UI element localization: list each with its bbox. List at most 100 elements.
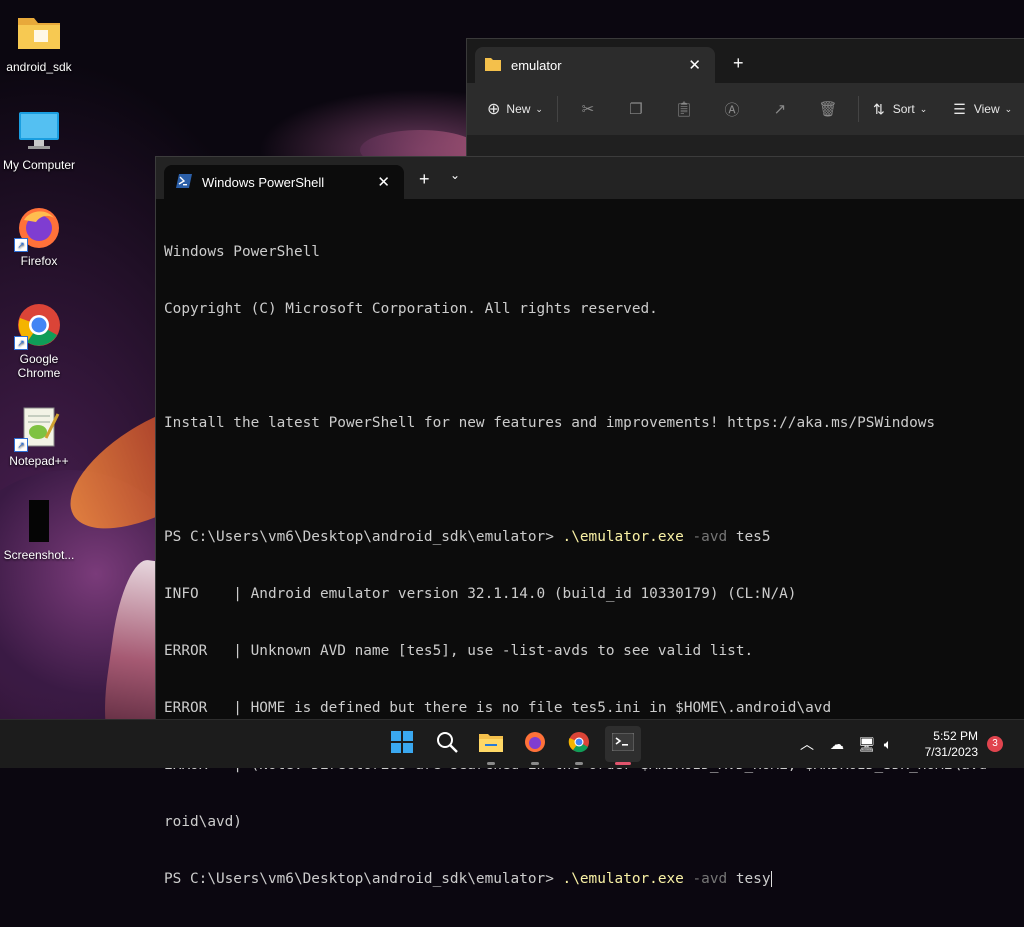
shortcut-arrow-icon: ↗ (14, 336, 28, 350)
desktop-icon-label: Firefox (20, 254, 58, 268)
text-cursor (770, 871, 772, 887)
start-button[interactable] (384, 726, 420, 762)
paste-icon[interactable]: 📋︎ (660, 100, 708, 118)
command-value: tesy (727, 871, 771, 887)
firefox-icon (524, 731, 546, 758)
console-command-line: PS C:\Users\vm6\Desktop\android_sdk\emul… (164, 528, 1021, 547)
folder-icon (16, 10, 62, 56)
explorer-tab-title: emulator (511, 57, 562, 73)
desktop-icon-label: Screenshot... (3, 548, 75, 562)
desktop-icon-label: android_sdk (6, 60, 72, 74)
file-explorer-icon (479, 732, 503, 757)
console-input-line[interactable]: PS C:\Users\vm6\Desktop\android_sdk\emul… (164, 870, 1021, 889)
new-tab-button[interactable]: + (733, 53, 744, 74)
chrome-icon (568, 731, 590, 758)
delete-icon[interactable]: 🗑︎ (804, 100, 852, 118)
new-button[interactable]: ⊕ New ⌄ (487, 99, 543, 119)
explorer-tab-bar: emulator ✕ + (467, 39, 1024, 83)
console-output[interactable]: Windows PowerShell Copyright (C) Microso… (164, 205, 1021, 927)
command-value: tes5 (727, 529, 771, 545)
console-line: Windows PowerShell (164, 244, 320, 260)
desktop-icon-label: Notepad++ (9, 454, 69, 468)
cloud-offline-icon[interactable]: ☁ (830, 736, 844, 753)
view-button-label: View (973, 102, 1000, 116)
shortcut-arrow-icon: ↗ (14, 438, 28, 452)
volume-icon[interactable]: 🔈︎ (884, 736, 892, 753)
terminal-tab[interactable]: Windows PowerShell ✕ (164, 165, 404, 199)
search-icon (436, 731, 458, 758)
taskbar-clock[interactable]: 5:52 PM 7/31/2023 (925, 728, 978, 760)
clock-time: 5:52 PM (933, 729, 978, 743)
clock-date: 7/31/2023 (924, 745, 978, 759)
start-icon (391, 730, 413, 758)
terminal-tab-bar: Windows PowerShell ✕ + ⌄ (156, 157, 1024, 199)
command-flag: -avd (692, 871, 728, 887)
console-line: ERROR | HOME is defined but there is no … (164, 700, 832, 716)
system-tray: ︿ ☁ 🖥︎ 🔈︎ (800, 720, 892, 768)
chevron-up-icon[interactable]: ︿ (800, 734, 814, 754)
terminal-tab-title: Windows PowerShell (202, 174, 325, 190)
rename-icon[interactable]: Ⓐ (708, 99, 756, 120)
explorer-toolbar: ⊕ New ⌄ ✂ ❐ 📋︎ Ⓐ ↗ 🗑︎ ⇅ Sort ⌄ ☰ View ⌄ (467, 83, 1024, 135)
desktop-icon-label: Google Chrome (17, 352, 61, 380)
copy-icon[interactable]: ❐ (612, 100, 660, 118)
prompt: PS C:\Users\vm6\Desktop\android_sdk\emul… (164, 529, 563, 545)
desktop-icon-my-computer[interactable]: My Computer (0, 108, 78, 172)
plus-circle-icon: ⊕ (487, 101, 501, 118)
cut-icon[interactable]: ✂ (564, 100, 612, 118)
chrome-icon: ↗ (14, 302, 62, 350)
shortcut-arrow-icon: ↗ (14, 238, 28, 252)
firefox-icon: ↗ (14, 204, 62, 252)
new-tab-button[interactable]: + (419, 169, 430, 190)
sort-button-label: Sort (892, 102, 915, 116)
console-line: roid\avd) (164, 814, 242, 830)
explorer-tab[interactable]: emulator ✕ (475, 47, 715, 83)
desktop-icon-android-sdk[interactable]: android_sdk (0, 10, 78, 74)
console-line: ERROR | Unknown AVD name [tes5], use -li… (164, 643, 754, 659)
active-indicator (615, 762, 631, 765)
chevron-down-icon: ⌄ (535, 103, 543, 114)
network-icon[interactable]: 🖥︎ (858, 736, 876, 753)
view-button[interactable]: ☰ View ⌄ (953, 101, 1012, 118)
taskbar-chrome[interactable] (561, 726, 597, 765)
desktop-icon-screenshot[interactable]: Screenshot... (0, 498, 78, 562)
console-line: Install the latest PowerShell for new fe… (164, 415, 936, 431)
taskbar-firefox[interactable] (517, 726, 553, 765)
tab-dropdown-icon[interactable]: ⌄ (450, 168, 460, 182)
prompt: PS C:\Users\vm6\Desktop\android_sdk\emul… (164, 871, 563, 887)
sort-button[interactable]: ⇅ Sort ⌄ (873, 101, 927, 118)
powershell-icon (176, 173, 192, 191)
desktop-icon-label: My Computer (2, 158, 76, 172)
chevron-down-icon: ⌄ (919, 103, 928, 114)
screenshot-icon (16, 498, 62, 544)
desktop-icon-firefox[interactable]: ↗ Firefox (0, 204, 78, 268)
share-icon[interactable]: ↗ (756, 100, 804, 118)
new-button-label: New (506, 102, 531, 116)
running-indicator (575, 762, 583, 765)
close-icon[interactable]: ✕ (377, 173, 390, 191)
sort-icon: ⇅ (872, 100, 885, 117)
chevron-down-icon: ⌄ (1004, 103, 1013, 114)
folder-icon (485, 57, 501, 74)
file-explorer-window[interactable]: emulator ✕ + ⊕ New ⌄ ✂ ❐ 📋︎ Ⓐ ↗ 🗑︎ ⇅ Sor… (466, 38, 1024, 170)
close-icon[interactable]: ✕ (688, 56, 701, 74)
notepadpp-icon: ↗ (14, 404, 62, 452)
taskbar-file-explorer[interactable] (473, 726, 509, 765)
running-indicator (487, 762, 495, 765)
taskbar-search-button[interactable] (429, 726, 465, 762)
console-line: INFO | Android emulator version 32.1.14.… (164, 586, 797, 602)
desktop-icon-google-chrome[interactable]: ↗ Google Chrome (0, 302, 78, 380)
monitor-icon (16, 108, 62, 154)
desktop-icon-notepadpp[interactable]: ↗ Notepad++ (0, 404, 78, 468)
command-flag: -avd (692, 529, 728, 545)
command-exe: .\emulator.exe (562, 871, 684, 887)
console-line: Copyright (C) Microsoft Corporation. All… (164, 301, 658, 317)
terminal-icon (611, 732, 635, 756)
notification-badge[interactable]: 3 (987, 736, 1003, 752)
running-indicator (531, 762, 539, 765)
taskbar-terminal[interactable] (605, 726, 641, 765)
powershell-window[interactable]: Windows PowerShell ✕ + ⌄ Windows PowerSh… (155, 156, 1024, 887)
command-exe: .\emulator.exe (562, 529, 684, 545)
view-icon: ☰ (953, 100, 966, 117)
